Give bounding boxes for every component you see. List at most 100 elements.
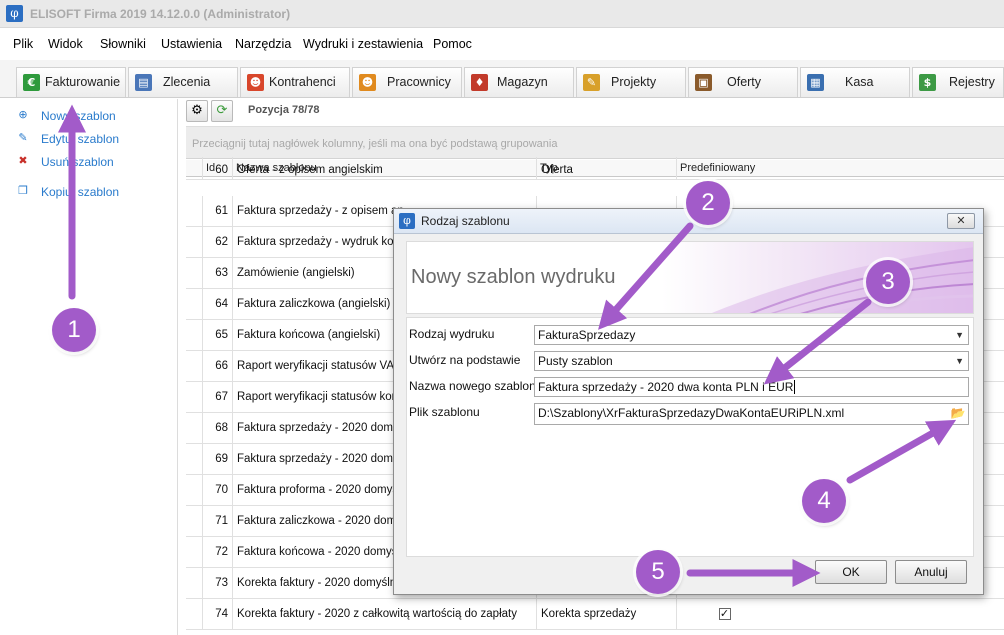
- cancel-button[interactable]: Anuluj: [895, 560, 967, 584]
- nazwa-input[interactable]: Faktura sprzedaży - 2020 dwa konta PLN i…: [534, 377, 969, 397]
- cell-id: 69: [202, 444, 232, 475]
- menu-wydruki[interactable]: Wydruki i zestawienia: [303, 37, 423, 51]
- tab-kontrahenci[interactable]: ☻ Kontrahenci: [240, 67, 350, 97]
- podstawa-select[interactable]: Pusty szablon ▼: [534, 351, 969, 371]
- step-badge-3: 3: [866, 260, 910, 304]
- tab-fakturowanie[interactable]: € Fakturowanie: [16, 67, 126, 97]
- rodzaj-value: FakturaSprzedazy: [538, 328, 636, 342]
- cell-type: Oferta: [536, 157, 676, 180]
- cell-id: 71: [202, 506, 232, 537]
- table-row[interactable]: 74 Korekta faktury - 2020 z całkowitą war…: [186, 599, 1004, 630]
- table-row[interactable]: 60 Oferta - z opisem angielskim Oferta: [186, 157, 1004, 180]
- action-label: Nowy szablon: [41, 109, 116, 123]
- cell-type: Korekta sprzedaży: [536, 599, 676, 630]
- cell-id: 74: [202, 599, 232, 630]
- action-label: Kopiuj szablon: [41, 185, 120, 199]
- predefined-checkbox[interactable]: ✓: [718, 607, 731, 620]
- refresh-icon: ⟳: [216, 103, 228, 118]
- gear-icon: ⚙: [191, 103, 203, 118]
- phi-logo-icon: φ: [6, 5, 23, 22]
- people-icon: ☻: [247, 74, 264, 91]
- podstawa-label: Utwórz na podstawie: [409, 353, 521, 367]
- cell-id: 64: [202, 289, 232, 320]
- bags-icon: ♦: [471, 74, 488, 91]
- dialog-title: Rodzaj szablonu: [421, 214, 510, 228]
- step-badge-2: 2: [686, 181, 730, 225]
- group-hint: Przeciągnij tutaj nagłówek kolumny, jeśl…: [192, 138, 558, 150]
- cash-register-icon: ▦: [807, 74, 824, 91]
- menu-bar: Plik Widok Słowniki Ustawienia Narzędzia…: [0, 29, 1004, 59]
- tab-label: Kontrahenci: [269, 75, 336, 89]
- delete-template-icon: ✖: [18, 154, 28, 167]
- tab-magazyn[interactable]: ♦ Magazyn: [464, 67, 574, 97]
- menu-slowniki[interactable]: Słowniki: [100, 37, 146, 51]
- cell-id: 70: [202, 475, 232, 506]
- cell-id: 65: [202, 320, 232, 351]
- ledger-icon: $: [919, 74, 936, 91]
- copy-template-icon: ❐: [18, 184, 28, 197]
- step-badge-1: 1: [52, 308, 96, 352]
- tab-label: Magazyn: [497, 75, 548, 89]
- menu-plik[interactable]: Plik: [13, 37, 33, 51]
- cell-name: Korekta faktury - 2020 z całkowitą warto…: [232, 599, 536, 630]
- text-cursor: [794, 380, 796, 394]
- cell-id: 73: [202, 568, 232, 599]
- cell-predefined: [676, 157, 772, 180]
- cell-id: 66: [202, 351, 232, 382]
- rodzaj-select[interactable]: FakturaSprzedazy ▼: [534, 325, 969, 345]
- tab-label: Zlecenia: [163, 75, 211, 89]
- podstawa-value: Pusty szablon: [538, 354, 613, 368]
- chevron-down-icon: ▼: [955, 330, 964, 340]
- menu-ustawienia[interactable]: Ustawienia: [161, 37, 222, 51]
- group-by-panel[interactable]: Przeciągnij tutaj nagłówek kolumny, jeśl…: [186, 126, 1004, 159]
- cell-predefined: ✓: [676, 599, 772, 630]
- menu-pomoc[interactable]: Pomoc: [433, 37, 472, 51]
- dialog-heading: Nowy szablon wydruku: [411, 266, 616, 288]
- tab-oferty[interactable]: ▣ Oferty: [688, 67, 798, 97]
- refresh-button[interactable]: ⟳: [211, 100, 233, 122]
- title-bar: φ ELISOFT Firma 2019 14.12.0.0 (Administ…: [0, 0, 1004, 28]
- tab-label: Fakturowanie: [45, 75, 121, 89]
- workers-icon: ☻: [359, 74, 376, 91]
- module-tab-bar: € Fakturowanie ▤ Zlecenia ☻ Kontrahenci …: [0, 60, 1004, 98]
- plik-value: D:\Szablony\XrFakturaSprzedazyDwaKontaEU…: [538, 406, 845, 420]
- ok-button[interactable]: OK: [815, 560, 887, 584]
- tab-kasa[interactable]: ▦ Kasa: [800, 67, 910, 97]
- cell-name: Oferta - z opisem angielskim: [232, 157, 536, 180]
- action-pane: ⊕ Nowy szablon ✎ Edytuj szablon ✖ Usuń s…: [0, 99, 178, 635]
- tab-rejestry[interactable]: $ Rejestry: [912, 67, 1004, 97]
- tab-label: Pracownicy: [387, 75, 451, 89]
- tab-projekty[interactable]: ✎ Projekty: [576, 67, 686, 97]
- new-template-icon: ⊕: [18, 108, 28, 121]
- plik-label: Plik szablonu: [409, 405, 480, 419]
- briefcase-icon: ▣: [695, 74, 712, 91]
- tab-zlecenia[interactable]: ▤ Zlecenia: [128, 67, 238, 97]
- cell-id: 72: [202, 537, 232, 568]
- plik-input[interactable]: D:\Szablony\XrFakturaSprzedazyDwaKontaEU…: [534, 403, 969, 425]
- close-button[interactable]: ✕: [947, 213, 975, 229]
- settings-button[interactable]: ⚙: [186, 100, 208, 122]
- grid-toolbar: ⚙ ⟳ Pozycja 78/78: [186, 99, 1004, 123]
- cell-id: 62: [202, 227, 232, 258]
- menu-widok[interactable]: Widok: [48, 37, 83, 51]
- rodzaj-label: Rodzaj wydruku: [409, 327, 495, 341]
- euro-icon: €: [23, 74, 40, 91]
- nazwa-label: Nazwa nowego szablonu: [409, 379, 543, 393]
- cell-id: 60: [202, 157, 232, 180]
- dialog-form: Rodzaj wydruku FakturaSprzedazy ▼ Utwórz…: [406, 317, 974, 557]
- phi-logo-icon: φ: [399, 213, 415, 229]
- cell-id: 61: [202, 196, 232, 227]
- step-badge-4: 4: [802, 479, 846, 523]
- cell-id: 68: [202, 413, 232, 444]
- window-title: ELISOFT Firma 2019 14.12.0.0 (Administra…: [30, 7, 291, 21]
- edit-template-icon: ✎: [18, 131, 28, 144]
- documents-icon: ▤: [135, 74, 152, 91]
- tab-label: Rejestry: [949, 75, 995, 89]
- folder-open-icon[interactable]: 📂: [950, 405, 966, 421]
- action-label: Edytuj szablon: [41, 132, 120, 146]
- tab-label: Oferty: [727, 75, 762, 89]
- menu-narzedzia[interactable]: Narzędzia: [235, 37, 291, 51]
- pencil-icon: ✎: [583, 74, 600, 91]
- nazwa-value: Faktura sprzedaży - 2020 dwa konta PLN i…: [538, 380, 794, 394]
- tab-pracownicy[interactable]: ☻ Pracownicy: [352, 67, 462, 97]
